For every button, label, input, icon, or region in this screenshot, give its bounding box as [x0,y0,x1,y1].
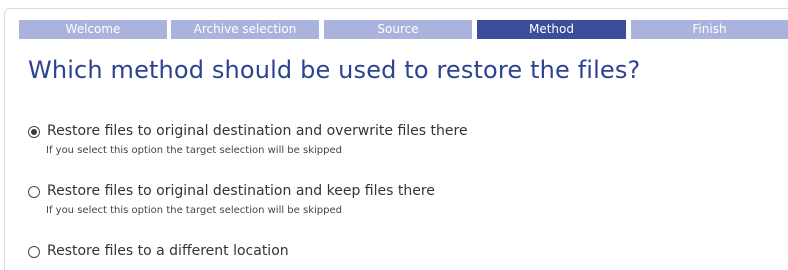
page-title: Which method should be used to restore t… [28,56,641,84]
different-location-radio[interactable] [28,246,40,258]
step-source[interactable]: Source [324,20,472,39]
overwrite-label[interactable]: Restore files to original destination an… [47,123,468,139]
step-archive-selection[interactable]: Archive selection [171,20,319,39]
overwrite-radio[interactable] [28,126,40,138]
step-welcome[interactable]: Welcome [19,20,167,39]
wizard-panel [4,8,788,270]
wizard-steps: Welcome Archive selection Source Method … [19,20,788,39]
keep-label[interactable]: Restore files to original destination an… [47,183,435,199]
different-location-label[interactable]: Restore files to a different location [47,243,289,259]
keep-hint: If you select this option the target sel… [46,205,342,216]
keep-radio[interactable] [28,186,40,198]
step-finish[interactable]: Finish [631,20,788,39]
overwrite-hint: If you select this option the target sel… [46,145,342,156]
step-method[interactable]: Method [477,20,626,39]
